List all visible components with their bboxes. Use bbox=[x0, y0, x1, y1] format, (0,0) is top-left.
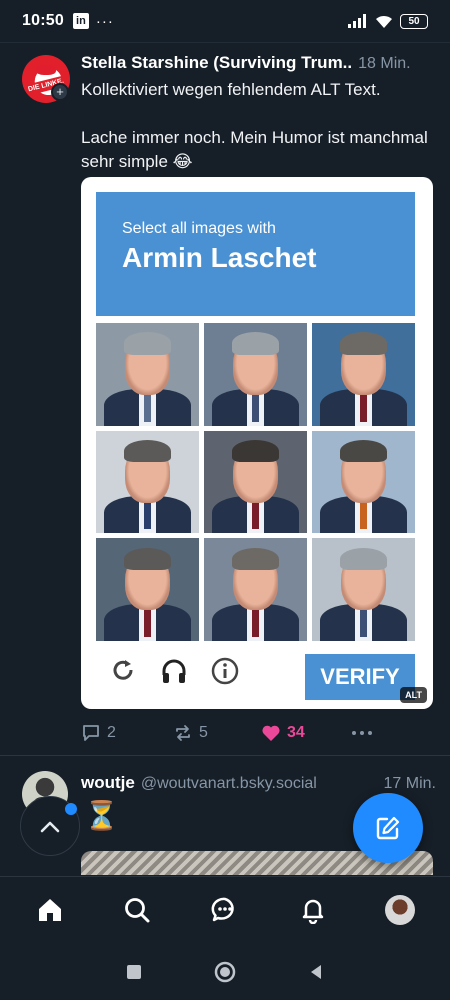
verify-button: VERIFY bbox=[305, 654, 415, 700]
wifi-icon bbox=[376, 15, 392, 28]
repost-icon bbox=[176, 725, 190, 741]
back-icon[interactable] bbox=[307, 963, 325, 981]
signal-icon bbox=[348, 14, 366, 28]
compose-button[interactable] bbox=[353, 793, 423, 863]
system-nav-bar bbox=[0, 943, 450, 1000]
post-text-line: Lache immer noch. Mein Humor ist manchma… bbox=[81, 128, 428, 171]
post[interactable]: DIE LINKE. + Stella Starshine (Surviving… bbox=[0, 42, 450, 756]
captcha-tile bbox=[96, 323, 199, 426]
captcha-header: Select all images with Armin Laschet bbox=[96, 192, 415, 316]
bottom-nav bbox=[0, 876, 450, 942]
scroll-to-top-button[interactable] bbox=[20, 796, 80, 856]
captcha-tile bbox=[204, 430, 307, 534]
post-text: Kollektiviert wegen fehlendem ALT Text. … bbox=[81, 78, 436, 174]
post-time: 18 Min. bbox=[358, 55, 411, 72]
reply-button[interactable]: 2 bbox=[81, 723, 173, 743]
home-icon bbox=[38, 898, 61, 921]
repost-count: 5 bbox=[199, 724, 208, 741]
like-count: 34 bbox=[287, 724, 305, 741]
author-handle[interactable]: @woutvanart.bsky.social bbox=[141, 775, 317, 793]
search-icon bbox=[125, 897, 150, 922]
captcha-tile bbox=[96, 430, 199, 534]
nav-home[interactable] bbox=[28, 888, 72, 932]
linkedin-icon: in bbox=[72, 13, 89, 29]
author-name[interactable]: Stella Starshine (Surviving Trum.. bbox=[81, 53, 352, 73]
more-notifications-icon: ··· bbox=[95, 12, 114, 30]
compose-icon bbox=[376, 816, 400, 840]
more-icon bbox=[352, 731, 372, 735]
lips-logo-icon bbox=[36, 65, 56, 75]
post-text-line: Kollektiviert wegen fehlendem ALT Text. bbox=[81, 80, 381, 99]
post-header: Stella Starshine (Surviving Trum.. 18 Mi… bbox=[81, 53, 436, 75]
post-image[interactable]: Select all images with Armin Laschet VER… bbox=[81, 177, 433, 709]
post-text: ⏳ bbox=[84, 800, 119, 831]
recents-icon[interactable] bbox=[125, 963, 143, 981]
profile-avatar bbox=[385, 894, 416, 925]
more-button[interactable] bbox=[351, 730, 373, 736]
headphones-icon bbox=[162, 659, 186, 683]
captcha-subtitle: Select all images with bbox=[122, 220, 276, 237]
chevron-up-icon bbox=[40, 821, 60, 833]
post-time: 17 Min. bbox=[383, 775, 436, 792]
bell-icon bbox=[302, 899, 323, 924]
captcha-tile bbox=[312, 430, 415, 534]
nav-chat[interactable] bbox=[203, 888, 247, 932]
captcha-footer: VERIFY bbox=[96, 647, 415, 700]
info-icon bbox=[211, 657, 239, 685]
post-header: woutje @woutvanart.bsky.social 17 Min. bbox=[81, 773, 436, 793]
captcha-grid bbox=[96, 323, 415, 641]
captcha-tile bbox=[312, 323, 415, 426]
repost-button[interactable]: 5 bbox=[173, 723, 261, 743]
reply-icon bbox=[83, 725, 99, 741]
reply-count: 2 bbox=[107, 724, 116, 741]
home-circle-icon[interactable] bbox=[213, 960, 237, 984]
status-time: 10:50 bbox=[22, 12, 64, 29]
captcha-tile bbox=[96, 538, 199, 641]
chat-icon bbox=[211, 897, 234, 921]
captcha-tile bbox=[204, 538, 307, 641]
heart-icon bbox=[262, 725, 280, 741]
nav-notifications[interactable] bbox=[291, 888, 335, 932]
new-posts-indicator bbox=[65, 803, 77, 815]
battery-icon: 50 bbox=[400, 13, 428, 29]
author-name[interactable]: woutje bbox=[81, 773, 135, 793]
status-bar: 10:50 in ··· 50 bbox=[0, 0, 450, 42]
captcha-tile bbox=[312, 538, 415, 641]
captcha-tile bbox=[204, 323, 307, 426]
post-actions: 2 5 34 bbox=[81, 721, 436, 745]
follow-plus-icon[interactable]: + bbox=[51, 83, 69, 101]
nav-search[interactable] bbox=[115, 888, 159, 932]
nav-profile[interactable] bbox=[378, 888, 422, 932]
refresh-icon bbox=[113, 660, 133, 680]
alt-badge[interactable]: ALT bbox=[400, 687, 427, 703]
like-button[interactable]: 34 bbox=[261, 724, 351, 742]
captcha-title: Armin Laschet bbox=[122, 242, 317, 273]
